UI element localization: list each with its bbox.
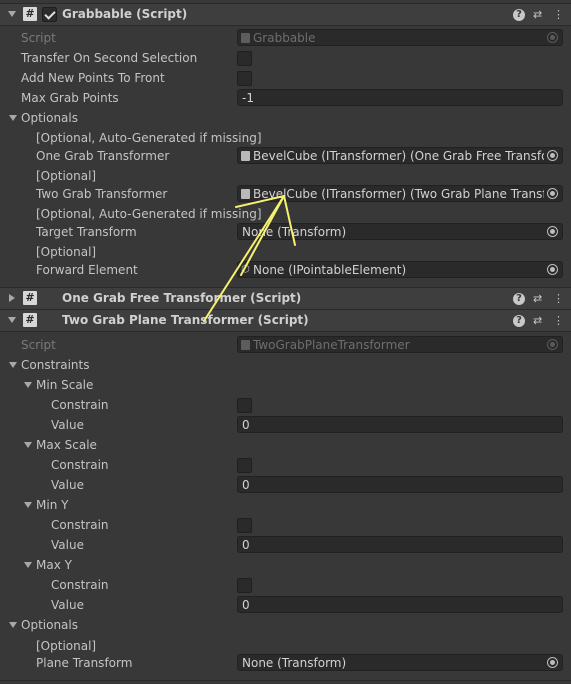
arrow-line-to-target: [283, 195, 296, 246]
annotation-arrows: [203, 195, 296, 322]
arrow-line-to-header: [203, 195, 285, 322]
arrow-line-top: [235, 195, 285, 208]
